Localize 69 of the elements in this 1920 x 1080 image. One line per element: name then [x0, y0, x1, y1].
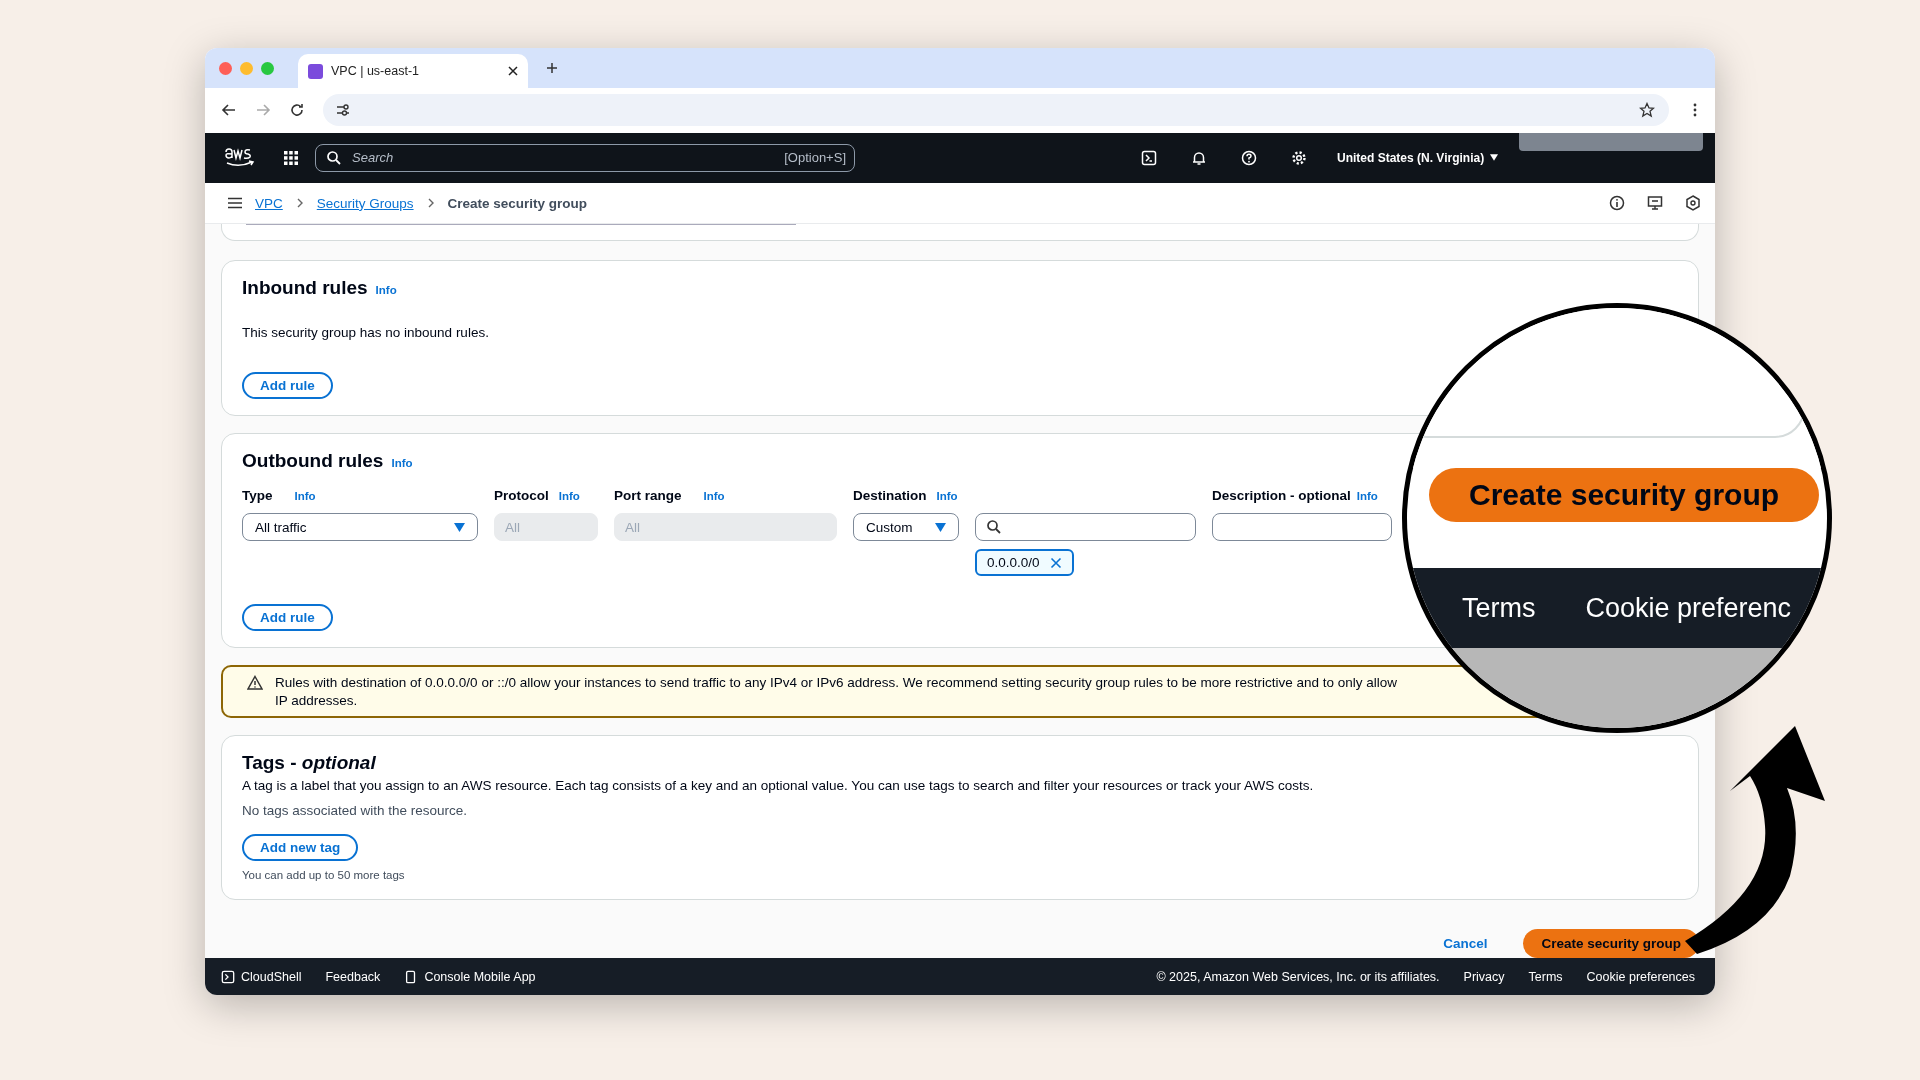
close-tab-icon[interactable]: [508, 66, 518, 76]
dropdown-caret-icon: [935, 522, 946, 532]
vpc-favicon-icon: [308, 63, 323, 79]
feedback-screen-icon[interactable]: [1647, 195, 1663, 212]
cancel-button[interactable]: Cancel: [1437, 935, 1494, 953]
info-link[interactable]: Info: [558, 490, 580, 503]
column-label: Destination: [853, 488, 927, 504]
breadcrumb-current: Create security group: [447, 195, 588, 211]
description-field[interactable]: [1212, 513, 1392, 542]
bookmark-star-icon[interactable]: [1639, 102, 1655, 119]
search-icon: [986, 519, 1002, 536]
notifications-bell-icon[interactable]: [1191, 149, 1207, 166]
reload-icon[interactable]: [289, 102, 305, 119]
info-link[interactable]: Info: [1356, 490, 1378, 503]
tags-limit-hint: You can add up to 50 more tags: [242, 869, 405, 882]
help-icon[interactable]: [1241, 149, 1257, 166]
info-link[interactable]: Info: [703, 490, 725, 503]
tags-description: A tag is a label that you assign to an AWS resource. Each tag consists of a key and an optional value. You can use tags to search and filter your resources or track your AWS costs.: [242, 778, 1314, 794]
footer-link[interactable]: Privacy: [1463, 969, 1505, 984]
dropdown-caret-icon: [1490, 154, 1499, 162]
browser-tab[interactable]: VPC | us-east-1: [298, 54, 528, 88]
destination-dropdown[interactable]: Custom: [853, 513, 959, 542]
column-label: Type: [242, 488, 273, 504]
remove-token-icon[interactable]: [1049, 556, 1062, 569]
empty-tags-message: No tags associated with the resource.: [242, 803, 468, 819]
add-rule-button[interactable]: Add rule: [242, 372, 333, 400]
hexagon-settings-icon[interactable]: [1685, 195, 1701, 212]
info-icon[interactable]: [1609, 195, 1625, 212]
copyright-text: © 2025, Amazon Web Services, Inc. or its affiliates.: [1156, 969, 1440, 984]
section-heading: Inbound rules: [242, 277, 368, 300]
info-link[interactable]: Info: [294, 490, 316, 503]
column-label: Description - optional: [1212, 488, 1351, 504]
footer-link[interactable]: CloudShell: [241, 969, 302, 984]
warning-text: IP addresses.: [275, 693, 359, 709]
breadcrumb-link[interactable]: Security Groups: [316, 195, 414, 211]
type-dropdown[interactable]: All traffic: [242, 513, 478, 542]
search-icon: [326, 149, 342, 166]
warning-icon: [247, 675, 263, 692]
info-link[interactable]: Info: [391, 457, 413, 470]
token-label: 0.0.0.0/0: [987, 555, 1040, 571]
aws-logo-icon[interactable]: [223, 146, 257, 169]
search-bar[interactable]: Search [Option+S]: [315, 143, 855, 172]
apps-grid-icon[interactable]: [283, 149, 299, 166]
new-tab-icon[interactable]: [546, 62, 558, 74]
info-link[interactable]: Info: [375, 284, 397, 297]
info-link[interactable]: Info: [936, 490, 958, 503]
settings-gear-icon[interactable]: [1291, 149, 1307, 166]
terminal-icon: [221, 969, 235, 984]
section-heading: Outbound rules: [242, 450, 384, 473]
site-settings-icon[interactable]: [335, 102, 351, 119]
footer-link[interactable]: Terms: [1528, 969, 1563, 984]
footer-link[interactable]: Console Mobile App: [424, 969, 536, 984]
column-label: Protocol: [494, 488, 549, 504]
warning-text: Rules with destination of 0.0.0.0/0 or ::/0 allow your instances to send traffic to any IPv4 or IPv6 address. We recommend setting security group rules to be more restrictive and to only allow: [275, 675, 1399, 691]
dropdown-caret-icon: [454, 522, 465, 532]
region-selector[interactable]: United States (N. Virginia): [1337, 150, 1499, 165]
tab-title: VPC | us-east-1: [331, 64, 420, 78]
footer-link[interactable]: Feedback: [325, 969, 381, 984]
section-heading: Tags - optional: [242, 752, 376, 775]
footer-link[interactable]: Cookie preferences: [1586, 969, 1695, 984]
breadcrumb-link[interactable]: VPC: [255, 195, 283, 211]
empty-rules-message: This security group has no inbound rules.: [242, 325, 489, 341]
column-label: Port range: [614, 488, 682, 504]
add-new-tag-button[interactable]: Add new tag: [242, 834, 359, 862]
search-input[interactable]: Search: [350, 149, 777, 167]
add-rule-button[interactable]: Add rule: [242, 604, 333, 632]
keyboard-shortcut: [Option+S]: [784, 150, 846, 166]
cidr-search-field[interactable]: [975, 513, 1196, 542]
terminal-icon[interactable]: [1141, 149, 1157, 166]
